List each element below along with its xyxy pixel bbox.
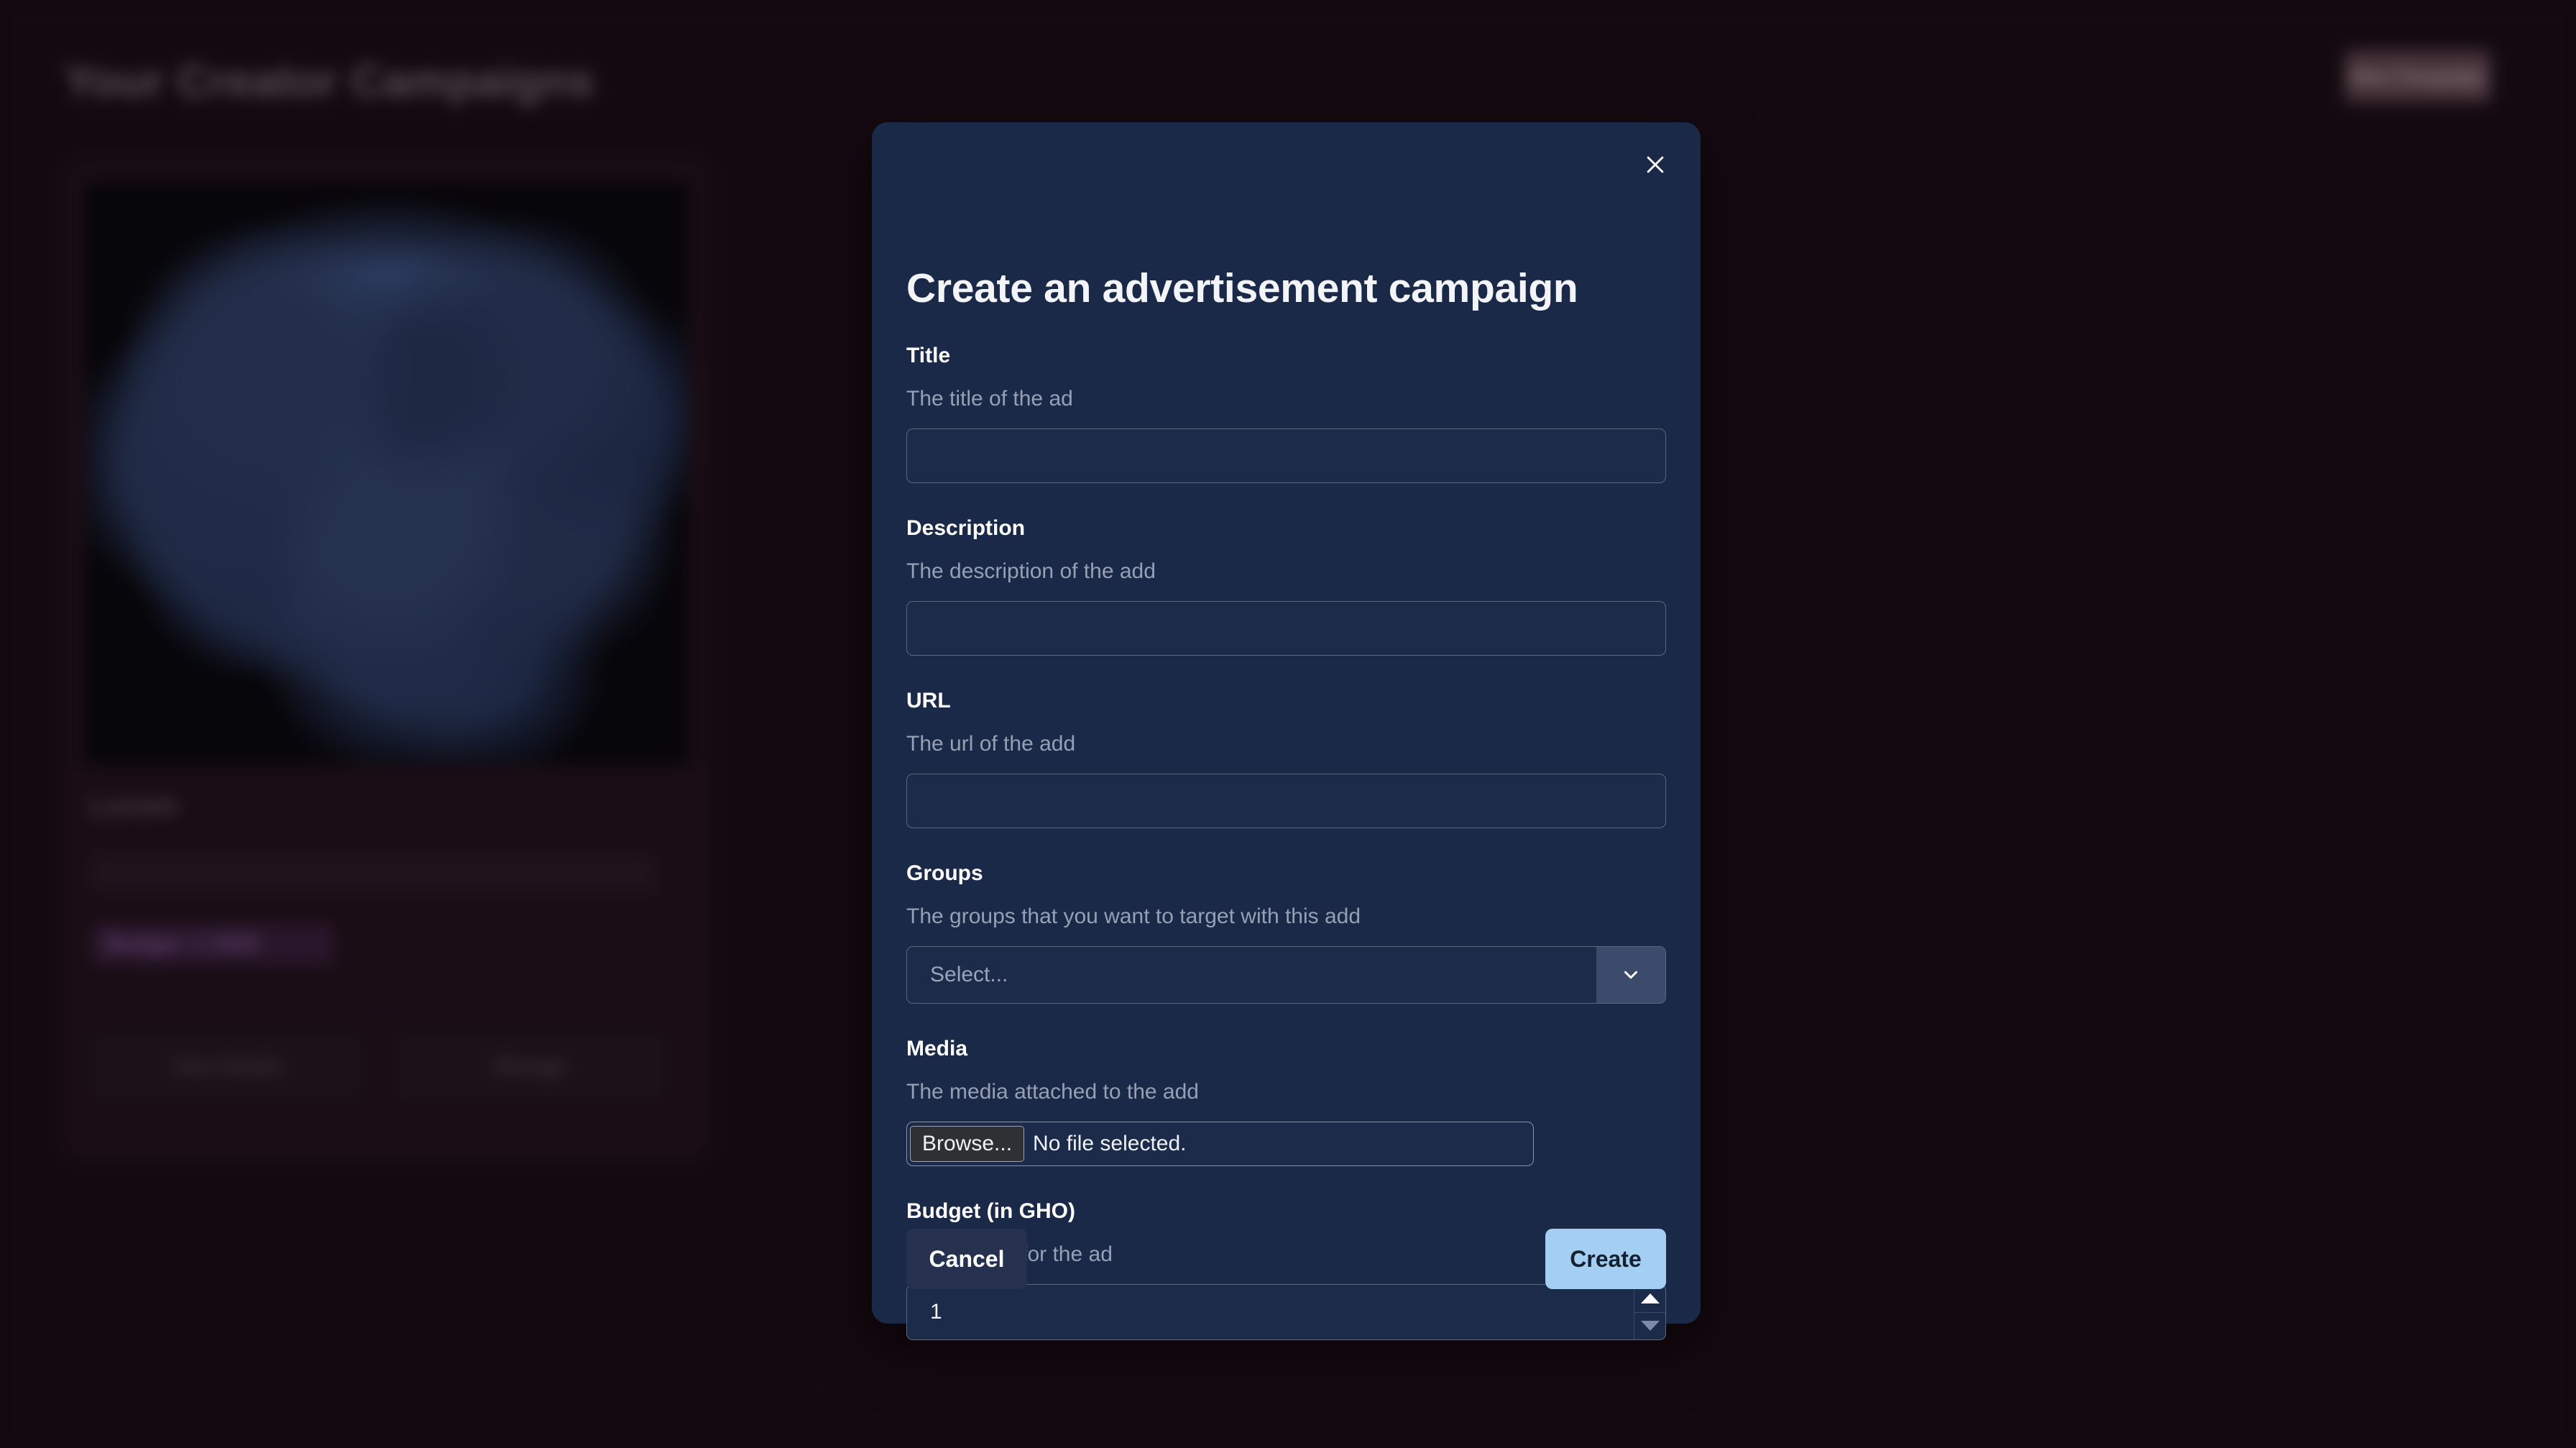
groups-hint: The groups that you want to target with … — [906, 904, 1361, 928]
budget-label: Budget (in GHO) — [906, 1199, 1075, 1223]
field-description: Description The description of the add — [906, 518, 1666, 656]
field-media: Media The media attached to the add Brow… — [906, 1038, 1666, 1166]
budget-decrement-button[interactable] — [1634, 1311, 1665, 1340]
arrow-up-icon — [1640, 1293, 1660, 1303]
description-label: Description — [906, 516, 1026, 540]
description-input[interactable] — [906, 601, 1666, 656]
browse-button[interactable]: Browse... — [910, 1126, 1025, 1162]
close-button[interactable] — [1633, 142, 1678, 187]
groups-label: Groups — [906, 861, 983, 885]
groups-select-toggle[interactable] — [1596, 947, 1665, 1003]
field-title: Title The title of the ad — [906, 345, 1666, 483]
budget-value: 1 — [930, 1300, 942, 1324]
field-url: URL The url of the add — [906, 690, 1666, 828]
title-label: Title — [906, 344, 951, 367]
groups-select-value: Select... — [930, 963, 1008, 986]
media-hint: The media attached to the add — [906, 1080, 1199, 1104]
groups-select[interactable]: Select... — [906, 946, 1666, 1004]
selected-file-name: No file selected. — [1033, 1132, 1187, 1155]
chevron-down-icon — [1624, 971, 1637, 979]
url-label: URL — [906, 689, 951, 712]
close-icon — [1647, 156, 1664, 173]
modal-title: Create an advertisement campaign — [906, 265, 1578, 311]
modal-footer: Cancel Create — [906, 1229, 1666, 1289]
cancel-button[interactable]: Cancel — [906, 1229, 1027, 1289]
modal-form: Title The title of the ad Description Th… — [906, 345, 1666, 1340]
media-label: Media — [906, 1037, 968, 1060]
create-campaign-modal: Create an advertisement campaign Title T… — [872, 122, 1701, 1340]
field-groups: Groups The groups that you want to targe… — [906, 863, 1666, 1004]
media-file-input[interactable]: Browse... No file selected. — [906, 1122, 1534, 1166]
title-input[interactable] — [906, 429, 1666, 483]
url-input[interactable] — [906, 774, 1666, 828]
create-button[interactable]: Create — [1545, 1229, 1666, 1289]
arrow-down-icon — [1640, 1321, 1660, 1332]
budget-number-input[interactable]: 1 — [906, 1284, 1666, 1340]
title-hint: The title of the ad — [906, 387, 1073, 411]
url-hint: The url of the add — [906, 732, 1076, 756]
description-hint: The description of the add — [906, 559, 1156, 583]
budget-stepper — [1634, 1285, 1665, 1339]
